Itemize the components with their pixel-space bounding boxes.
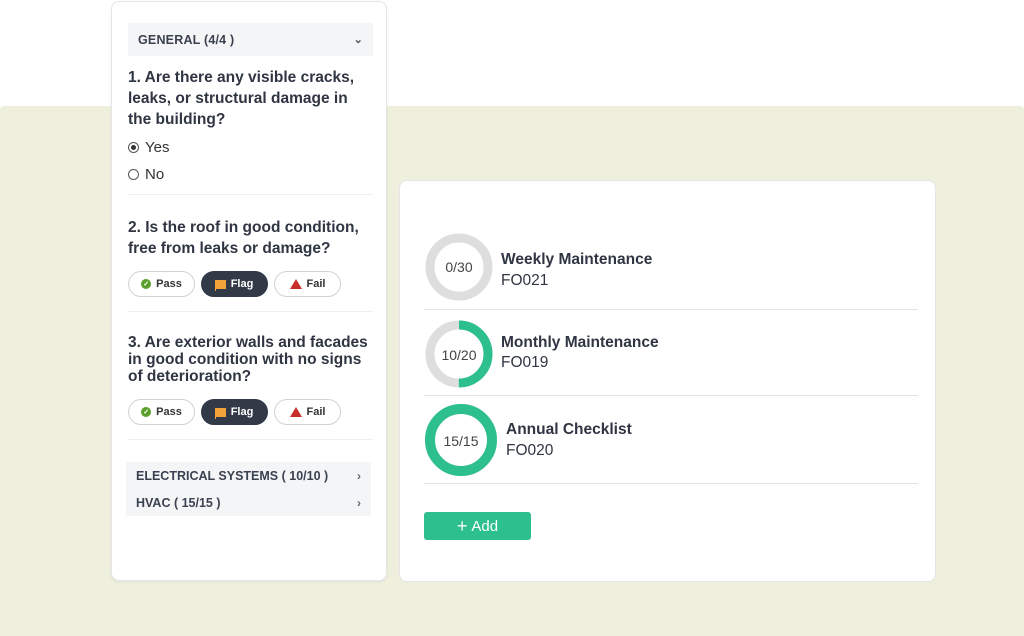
pass-button[interactable]: ✓ Pass: [128, 399, 195, 425]
form-row-weekly[interactable]: 0/30 Weekly Maintenance FO021: [424, 225, 918, 310]
warning-icon: [289, 407, 302, 417]
section-header-hvac[interactable]: HVAC ( 15/15 ) ›: [126, 489, 371, 516]
section-title: ELECTRICAL SYSTEMS ( 10/10 ): [136, 468, 329, 483]
progress-label: 15/15: [443, 433, 479, 449]
form-code: FO019: [501, 354, 549, 371]
flag-button[interactable]: Flag: [201, 271, 268, 297]
progress-label: 0/30: [445, 259, 473, 275]
radio-unchecked-icon[interactable]: [128, 169, 139, 180]
form-row-monthly[interactable]: 10/20 Monthly Maintenance FO019: [424, 310, 918, 396]
add-button[interactable]: + Add: [424, 512, 531, 540]
chevron-down-icon: ⌄: [353, 34, 363, 46]
chevron-right-icon: ›: [357, 495, 361, 510]
form-name: Annual Checklist: [506, 421, 632, 438]
radio-label: No: [145, 166, 165, 183]
radio-label: Yes: [145, 139, 170, 156]
warning-icon: [289, 279, 302, 289]
radio-option-yes[interactable]: Yes: [128, 139, 169, 156]
divider: [128, 439, 373, 440]
section-title: GENERAL (4/4 ): [138, 32, 235, 47]
divider: [128, 194, 373, 195]
fail-button[interactable]: Fail: [274, 399, 341, 425]
divider: [128, 311, 373, 312]
check-circle-icon: ✓: [141, 279, 152, 289]
chevron-right-icon: ›: [357, 468, 361, 483]
flag-icon: [214, 279, 226, 291]
question-2-text: 2. Is the roof in good condition, free f…: [128, 219, 359, 257]
section-header-general[interactable]: GENERAL (4/4 ) ⌄: [128, 23, 373, 56]
form-row-annual[interactable]: 15/15 Annual Checklist FO020: [424, 396, 918, 484]
form-name: Monthly Maintenance: [501, 334, 659, 351]
progress-label: 10/20: [441, 347, 477, 363]
add-button-label: Add: [471, 517, 499, 535]
question-2-buttons: ✓ Pass Flag Fail: [128, 271, 341, 297]
question-3-buttons: ✓ Pass Flag Fail: [128, 399, 341, 425]
radio-checked-icon[interactable]: [128, 142, 139, 153]
pass-button[interactable]: ✓ Pass: [128, 271, 195, 297]
form-code: FO021: [501, 272, 549, 289]
flag-button[interactable]: Flag: [201, 399, 268, 425]
check-circle-icon: ✓: [141, 407, 152, 417]
form-code: FO020: [506, 442, 554, 459]
forms-panel: 0/30 Weekly Maintenance FO021 10/20 Mont…: [399, 180, 936, 582]
radio-option-no[interactable]: No: [128, 166, 164, 183]
question-3-text: 3. Are exterior walls and facades in goo…: [128, 334, 368, 385]
question-1-text: 1. Are there any visible cracks, leaks, …: [128, 69, 355, 128]
plus-icon: +: [456, 516, 468, 536]
section-title: HVAC ( 15/15 ): [136, 495, 221, 510]
form-name: Weekly Maintenance: [501, 251, 653, 268]
fail-button[interactable]: Fail: [274, 271, 341, 297]
flag-icon: [214, 407, 226, 419]
section-header-electrical[interactable]: ELECTRICAL SYSTEMS ( 10/10 ) ›: [126, 462, 371, 489]
